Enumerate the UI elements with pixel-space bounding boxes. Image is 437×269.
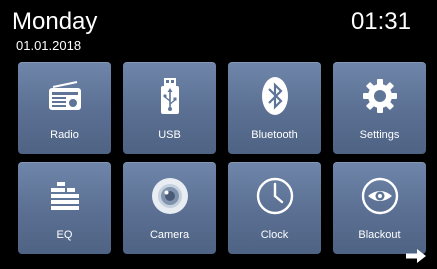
camera-label: Camera <box>149 229 190 241</box>
radio-icon <box>18 74 111 118</box>
radio-tile[interactable]: Radio <box>18 62 111 154</box>
usb-label: USB <box>158 129 181 141</box>
equalizer-icon <box>18 174 111 218</box>
settings-tile[interactable]: Settings <box>333 62 426 154</box>
arrow-right-icon[interactable] <box>405 249 427 263</box>
bluetooth-label: Bluetooth <box>251 129 298 141</box>
usb-icon <box>123 74 216 118</box>
clock-label: Clock <box>260 229 289 241</box>
eq-label: EQ <box>56 229 73 241</box>
blackout-label: Blackout <box>358 229 401 241</box>
eye-icon <box>333 174 426 218</box>
bluetooth-icon <box>228 74 321 118</box>
day-label: Monday <box>12 8 98 35</box>
app-grid: Radio USB Bluetooth Settings EQ Camera C… <box>18 62 426 254</box>
gear-icon <box>333 74 426 118</box>
camera-icon <box>123 174 216 218</box>
clock-tile[interactable]: Clock <box>228 162 321 254</box>
camera-tile[interactable]: Camera <box>123 162 216 254</box>
settings-label: Settings <box>359 129 400 141</box>
eq-tile[interactable]: EQ <box>18 162 111 254</box>
blackout-tile[interactable]: Blackout <box>333 162 426 254</box>
clock-icon <box>228 174 321 218</box>
bluetooth-tile[interactable]: Bluetooth <box>228 62 321 154</box>
radio-label: Radio <box>50 129 79 141</box>
time-display: 01:31 <box>350 8 411 35</box>
home-screen: Monday 01.01.2018 01:31 Radio USB Blueto… <box>0 0 437 269</box>
date-label: 01.01.2018 <box>16 38 82 53</box>
usb-tile[interactable]: USB <box>123 62 216 154</box>
